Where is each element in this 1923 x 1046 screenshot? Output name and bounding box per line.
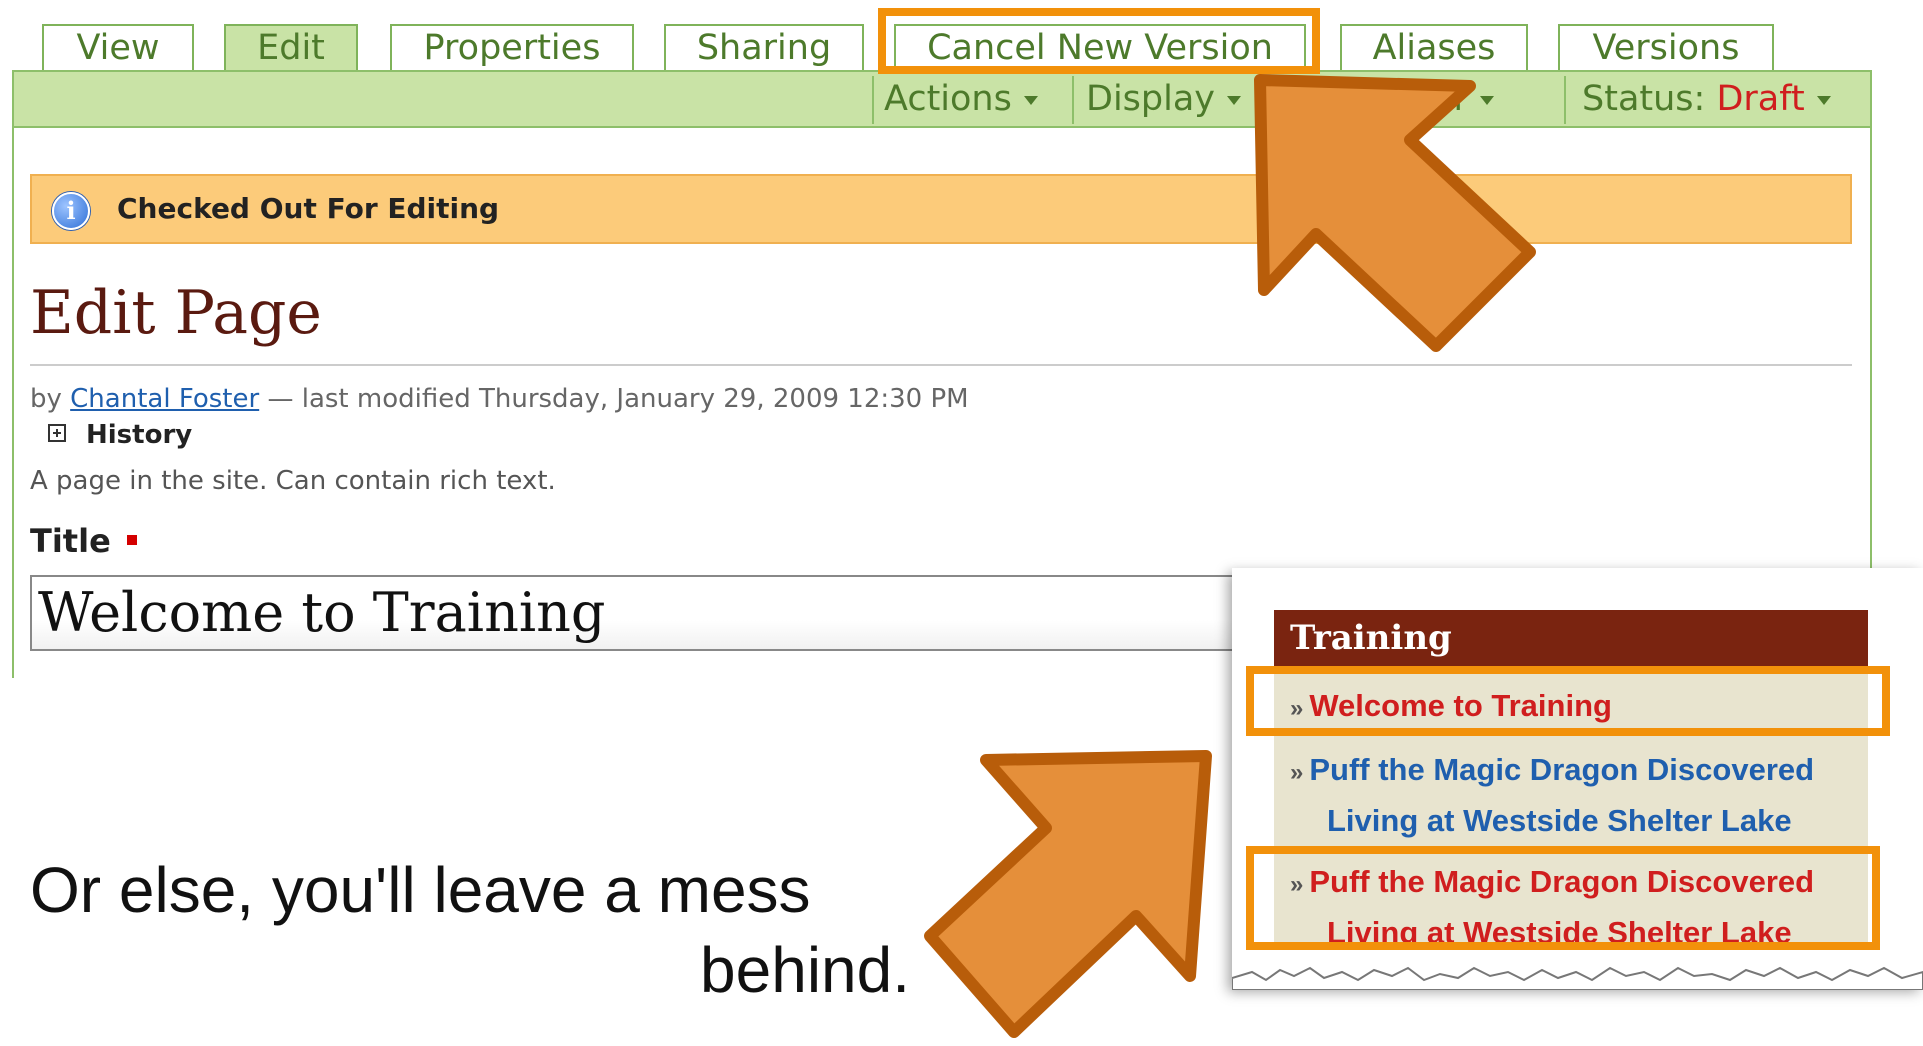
- byline-prefix: by: [30, 384, 62, 414]
- double-arrow-right-icon: »: [1290, 759, 1304, 786]
- expand-plus-icon[interactable]: [48, 423, 66, 442]
- display-menu-label: Display: [1086, 79, 1216, 119]
- byline-modified: — last modified Thursday, January 29, 20…: [267, 384, 969, 414]
- chevron-down-icon: [1023, 95, 1038, 105]
- tab-view[interactable]: View: [42, 24, 194, 70]
- arrow-pointer-icon: [924, 750, 1212, 1038]
- nav-header: Training: [1274, 610, 1868, 666]
- byline: by Chantal Foster — last modified Thursd…: [30, 384, 969, 414]
- required-marker: [126, 535, 137, 545]
- arrow-pointer-icon: [1254, 74, 1536, 352]
- highlight-cancel-new-version: [878, 8, 1320, 74]
- chevron-down-icon: [1227, 95, 1242, 105]
- toolbar-divider: [1072, 76, 1074, 124]
- highlight-nav-puff-duplicate: [1246, 846, 1880, 950]
- tab-versions[interactable]: Versions: [1558, 24, 1774, 70]
- nav-item-label: Puff the Magic Dragon Discovered: [1309, 752, 1815, 787]
- toolbar-divider: [872, 76, 874, 124]
- content-toolbar: Actions Display er Status: Draft: [12, 70, 1872, 128]
- caption: Or else, you'll leave a mess behind.: [30, 850, 910, 1010]
- caption-line-2: behind.: [700, 934, 910, 1006]
- highlight-nav-welcome: [1246, 666, 1890, 736]
- tab-edit[interactable]: Edit: [224, 24, 358, 72]
- page-title: Edit Page: [30, 278, 322, 348]
- status-prefix: Status:: [1582, 79, 1706, 119]
- status-menu[interactable]: Status: Draft: [1582, 72, 1831, 126]
- nav-item-label-line2: Living at Westside Shelter Lake: [1327, 803, 1792, 838]
- history-toggle[interactable]: History: [48, 420, 192, 450]
- tab-aliases[interactable]: Aliases: [1340, 24, 1528, 70]
- tab-properties[interactable]: Properties: [390, 24, 634, 70]
- title-divider: [30, 364, 1852, 366]
- actions-menu-label: Actions: [884, 79, 1012, 119]
- history-label: History: [86, 420, 193, 450]
- actions-menu[interactable]: Actions: [884, 72, 1038, 126]
- chevron-down-icon: [1816, 95, 1831, 105]
- nav-item-puff-1[interactable]: » Puff the Magic Dragon Discovered Living…: [1290, 746, 1860, 845]
- tab-sharing[interactable]: Sharing: [664, 24, 864, 70]
- navigation-portlet-inset: Training » Welcome to Training » Puff the …: [1232, 568, 1923, 990]
- title-label-text: Title: [30, 522, 111, 560]
- title-field-label: Title: [30, 522, 137, 560]
- status-value: Draft: [1716, 79, 1805, 119]
- page-description: A page in the site. Can contain rich tex…: [30, 466, 556, 496]
- torn-edge: [1232, 966, 1923, 990]
- status-message: i Checked Out For Editing: [30, 174, 1852, 244]
- status-message-text: Checked Out For Editing: [117, 192, 500, 225]
- caption-line-1: Or else, you'll leave a mess: [30, 854, 811, 926]
- toolbar-divider: [1564, 76, 1566, 124]
- author-link[interactable]: Chantal Foster: [70, 384, 259, 414]
- display-menu[interactable]: Display: [1086, 72, 1242, 126]
- info-icon: i: [52, 192, 90, 230]
